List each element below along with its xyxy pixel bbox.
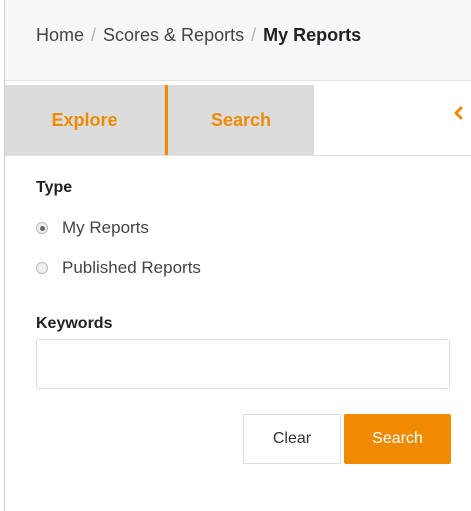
tab-search[interactable]: Search bbox=[165, 85, 314, 155]
reports-panel: Home / Scores & Reports / My Reports Explore… bbox=[4, 0, 471, 511]
breadcrumb: Home / Scores & Reports / My Reports bbox=[36, 24, 361, 46]
type-label: Type bbox=[36, 179, 73, 196]
radio-button-checked[interactable] bbox=[36, 222, 48, 234]
tab-explore[interactable]: Explore bbox=[5, 85, 165, 155]
clear-button[interactable]: Clear bbox=[243, 414, 341, 464]
chevron-left-icon-glyph bbox=[454, 106, 463, 120]
keywords-label: Keywords bbox=[36, 315, 113, 332]
chevron-left-icon[interactable] bbox=[448, 103, 468, 123]
tab-bar: Explore Search bbox=[5, 85, 471, 156]
breadcrumb-separator: / bbox=[91, 25, 97, 45]
radio-published-reports-label: Published Reports bbox=[62, 258, 201, 277]
keywords-input[interactable] bbox=[36, 339, 450, 389]
breadcrumb-bar: Home / Scores & Reports / My Reports bbox=[5, 0, 471, 81]
breadcrumb-current: My Reports bbox=[263, 25, 362, 45]
radio-my-reports[interactable]: My Reports bbox=[36, 216, 149, 240]
radio-my-reports-label: My Reports bbox=[62, 218, 149, 237]
breadcrumb-home[interactable]: Home bbox=[36, 25, 84, 45]
breadcrumb-separator: / bbox=[251, 25, 257, 45]
search-button[interactable]: Search bbox=[344, 414, 451, 464]
radio-button-unchecked[interactable] bbox=[36, 262, 48, 274]
radio-published-reports[interactable]: Published Reports bbox=[36, 256, 201, 280]
breadcrumb-scores-reports[interactable]: Scores & Reports bbox=[103, 25, 244, 45]
